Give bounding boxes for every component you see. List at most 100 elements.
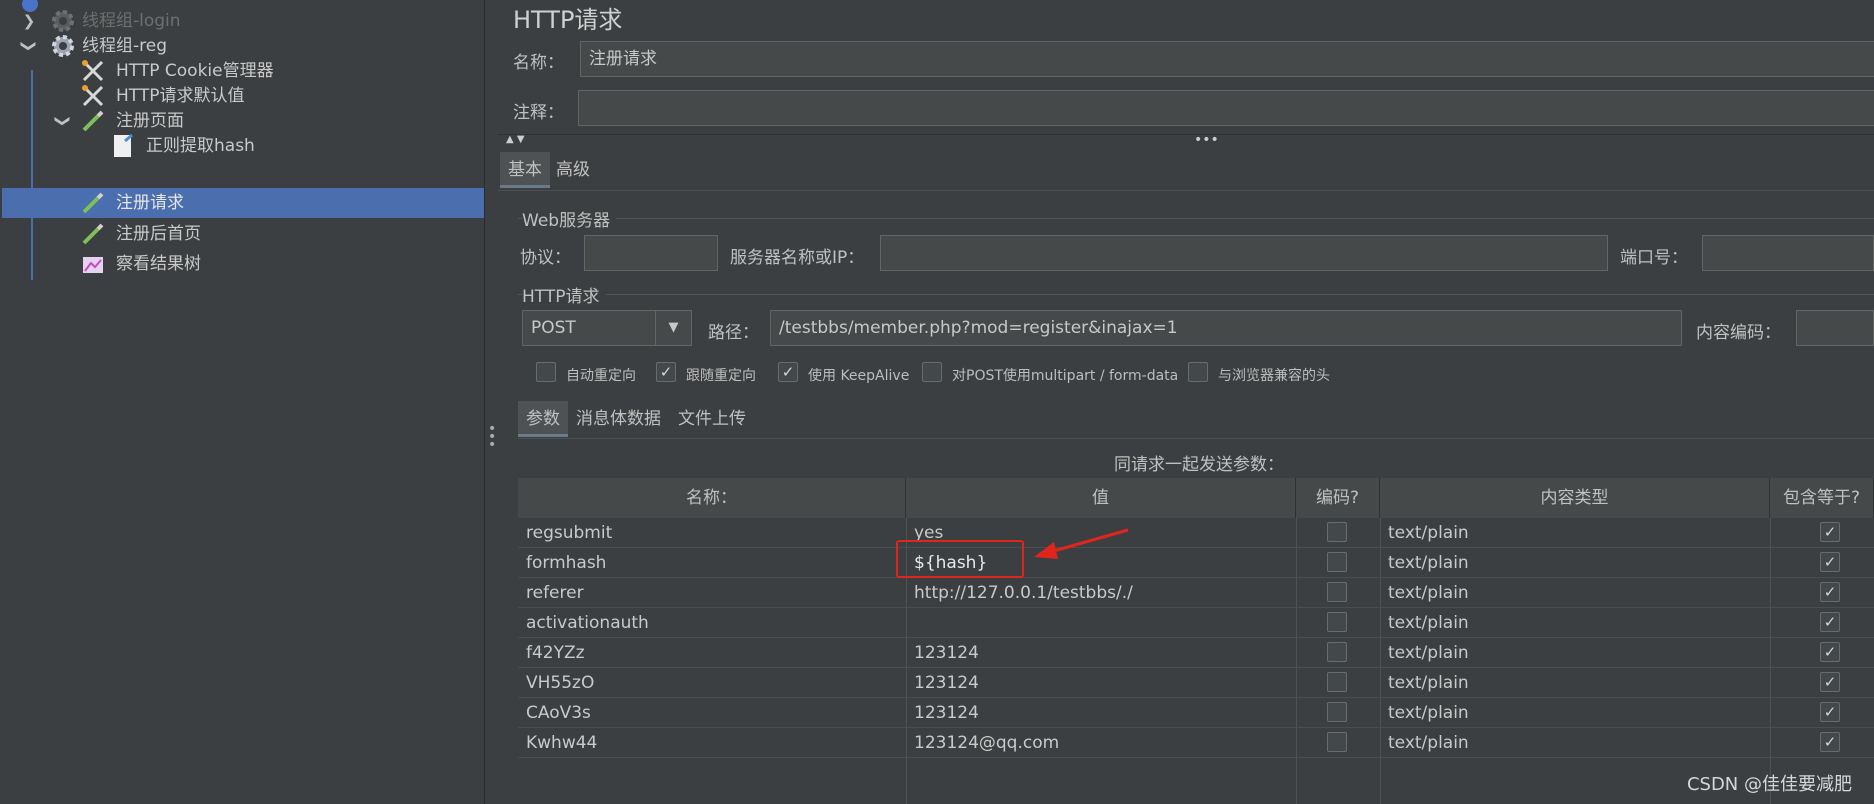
- table-row[interactable]: referer http://127.0.0.1/testbbs/./ text…: [518, 578, 1874, 608]
- include-equals-checkbox[interactable]: ✓: [1820, 582, 1840, 602]
- param-value[interactable]: http://127.0.0.1/testbbs/./: [906, 578, 1133, 608]
- param-name: Kwhw44: [526, 733, 598, 753]
- path-field[interactable]: /testbbs/member.php?mod=register&inajax=…: [770, 310, 1682, 346]
- http-request-panel: HTTP请求 名称： 注册请求 注释： ▲ ▼ ••• 基本 高级 Web服务器…: [498, 0, 1874, 804]
- method-select[interactable]: POST ▼: [522, 310, 692, 346]
- column-header-name[interactable]: 名称：: [518, 478, 906, 518]
- param-content-type[interactable]: text/plain: [1380, 578, 1469, 608]
- param-name: VH55zO: [526, 673, 595, 693]
- multipart-checkbox[interactable]: [922, 362, 942, 382]
- column-header-encode[interactable]: 编码?: [1296, 478, 1380, 518]
- tab-basic[interactable]: 基本: [500, 152, 550, 188]
- protocol-field[interactable]: [584, 235, 718, 271]
- param-name: regsubmit: [526, 523, 613, 543]
- param-content-type[interactable]: text/plain: [1380, 668, 1469, 698]
- drag-handle-icon[interactable]: •••: [1194, 132, 1219, 148]
- path-label: 路径：: [708, 323, 759, 343]
- port-field[interactable]: [1702, 235, 1874, 271]
- multipart-label: 对POST使用multipart / form-data: [952, 368, 1179, 384]
- collapse-arrows-icon[interactable]: ▲ ▼: [506, 134, 525, 145]
- param-value[interactable]: 123124@qq.com: [906, 728, 1059, 758]
- chevron-down-icon[interactable]: ❯: [14, 37, 44, 55]
- name-field[interactable]: 注册请求: [580, 41, 1874, 77]
- encode-checkbox[interactable]: [1327, 552, 1347, 572]
- comment-field[interactable]: [578, 90, 1874, 126]
- pipette-icon: [80, 221, 106, 247]
- column-header-value[interactable]: 值: [906, 478, 1296, 518]
- encode-checkbox[interactable]: [1327, 672, 1347, 692]
- param-value[interactable]: [906, 608, 914, 638]
- auto-redirect-label: 自动重定向: [566, 368, 636, 384]
- table-row[interactable]: Kwhw44 123124@qq.com text/plain ✓: [518, 728, 1874, 758]
- browser-headers-checkbox[interactable]: [1188, 362, 1208, 382]
- tab-parameters[interactable]: 参数: [518, 401, 568, 437]
- name-label: 名称：: [513, 53, 564, 73]
- tree-item-label: 察看结果树: [116, 254, 201, 274]
- table-row[interactable]: formhash ${hash} text/plain ✓: [518, 548, 1874, 578]
- encode-checkbox[interactable]: [1327, 612, 1347, 632]
- param-content-type[interactable]: text/plain: [1380, 608, 1469, 638]
- group-border: [518, 218, 1874, 219]
- include-equals-checkbox[interactable]: ✓: [1820, 732, 1840, 752]
- server-label: 服务器名称或IP：: [730, 248, 865, 268]
- encode-checkbox[interactable]: [1327, 522, 1347, 542]
- content-encoding-field[interactable]: [1796, 310, 1874, 346]
- param-content-type[interactable]: text/plain: [1380, 698, 1469, 728]
- param-value[interactable]: 123124: [906, 698, 979, 728]
- table-row[interactable]: f42YZz 123124 text/plain ✓: [518, 638, 1874, 668]
- group-border: [518, 294, 1874, 295]
- tab-advanced[interactable]: 高级: [548, 152, 598, 188]
- include-equals-checkbox[interactable]: ✓: [1820, 642, 1840, 662]
- tree-item-after-register[interactable]: 注册后首页: [80, 219, 460, 249]
- param-content-type[interactable]: text/plain: [1380, 548, 1469, 578]
- tab-body-data[interactable]: 消息体数据: [568, 401, 669, 437]
- tree-item-register-request[interactable]: 注册请求: [2, 188, 484, 218]
- param-name: referer: [526, 583, 584, 603]
- http-request-group-title: HTTP请求: [522, 282, 606, 307]
- tree-item-results-tree[interactable]: 察看结果树: [80, 249, 460, 279]
- table-row[interactable]: VH55zO 123124 text/plain ✓: [518, 668, 1874, 698]
- param-name: activationauth: [526, 613, 649, 633]
- include-equals-checkbox[interactable]: ✓: [1820, 612, 1840, 632]
- follow-redirect-checkbox[interactable]: ✓: [656, 362, 676, 382]
- divider: [498, 134, 1874, 135]
- watermark: CSDN @佳佳要减肥: [1686, 774, 1852, 795]
- param-name: formhash: [526, 553, 607, 573]
- tree-item-regex-extractor[interactable]: 正则提取hash: [110, 131, 470, 161]
- include-equals-checkbox[interactable]: ✓: [1820, 552, 1840, 572]
- encode-checkbox[interactable]: [1327, 732, 1347, 752]
- table-row[interactable]: activationauth text/plain ✓: [518, 608, 1874, 638]
- keepalive-label: 使用 KeepAlive: [808, 368, 910, 384]
- chevron-down-icon[interactable]: ❯: [48, 112, 78, 130]
- column-header-content-type[interactable]: 内容类型: [1380, 478, 1770, 518]
- column-header-include-equals[interactable]: 包含等于?: [1770, 478, 1874, 518]
- keepalive-checkbox[interactable]: ✓: [778, 362, 798, 382]
- panel-splitter[interactable]: • • •: [484, 0, 498, 804]
- dropdown-arrow-icon[interactable]: ▼: [655, 311, 691, 345]
- param-content-type[interactable]: text/plain: [1380, 728, 1469, 758]
- auto-redirect-checkbox[interactable]: [536, 362, 556, 382]
- include-equals-checkbox[interactable]: ✓: [1820, 522, 1840, 542]
- document-icon: [110, 133, 136, 159]
- tabs-divider: [498, 190, 1874, 191]
- tree-item-label: 注册后首页: [116, 224, 201, 244]
- include-equals-checkbox[interactable]: ✓: [1820, 702, 1840, 722]
- encode-checkbox[interactable]: [1327, 582, 1347, 602]
- web-server-group-title: Web服务器: [522, 206, 617, 231]
- table-row[interactable]: regsubmit yes text/plain ✓: [518, 518, 1874, 548]
- comment-label: 注释：: [513, 103, 564, 123]
- tab-files-upload[interactable]: 文件上传: [670, 401, 754, 437]
- param-content-type[interactable]: text/plain: [1380, 638, 1469, 668]
- encode-checkbox[interactable]: [1327, 702, 1347, 722]
- encode-checkbox[interactable]: [1327, 642, 1347, 662]
- table-row[interactable]: CAoV3s 123124 text/plain ✓: [518, 698, 1874, 728]
- param-value[interactable]: 123124: [906, 638, 979, 668]
- pipette-icon: [80, 108, 106, 134]
- splitter-handle-icon: • • •: [488, 421, 497, 453]
- method-value: POST: [531, 318, 576, 338]
- param-content-type[interactable]: text/plain: [1380, 518, 1469, 548]
- param-value[interactable]: 123124: [906, 668, 979, 698]
- include-equals-checkbox[interactable]: ✓: [1820, 672, 1840, 692]
- server-field[interactable]: [880, 235, 1608, 271]
- protocol-label: 协议：: [520, 248, 571, 268]
